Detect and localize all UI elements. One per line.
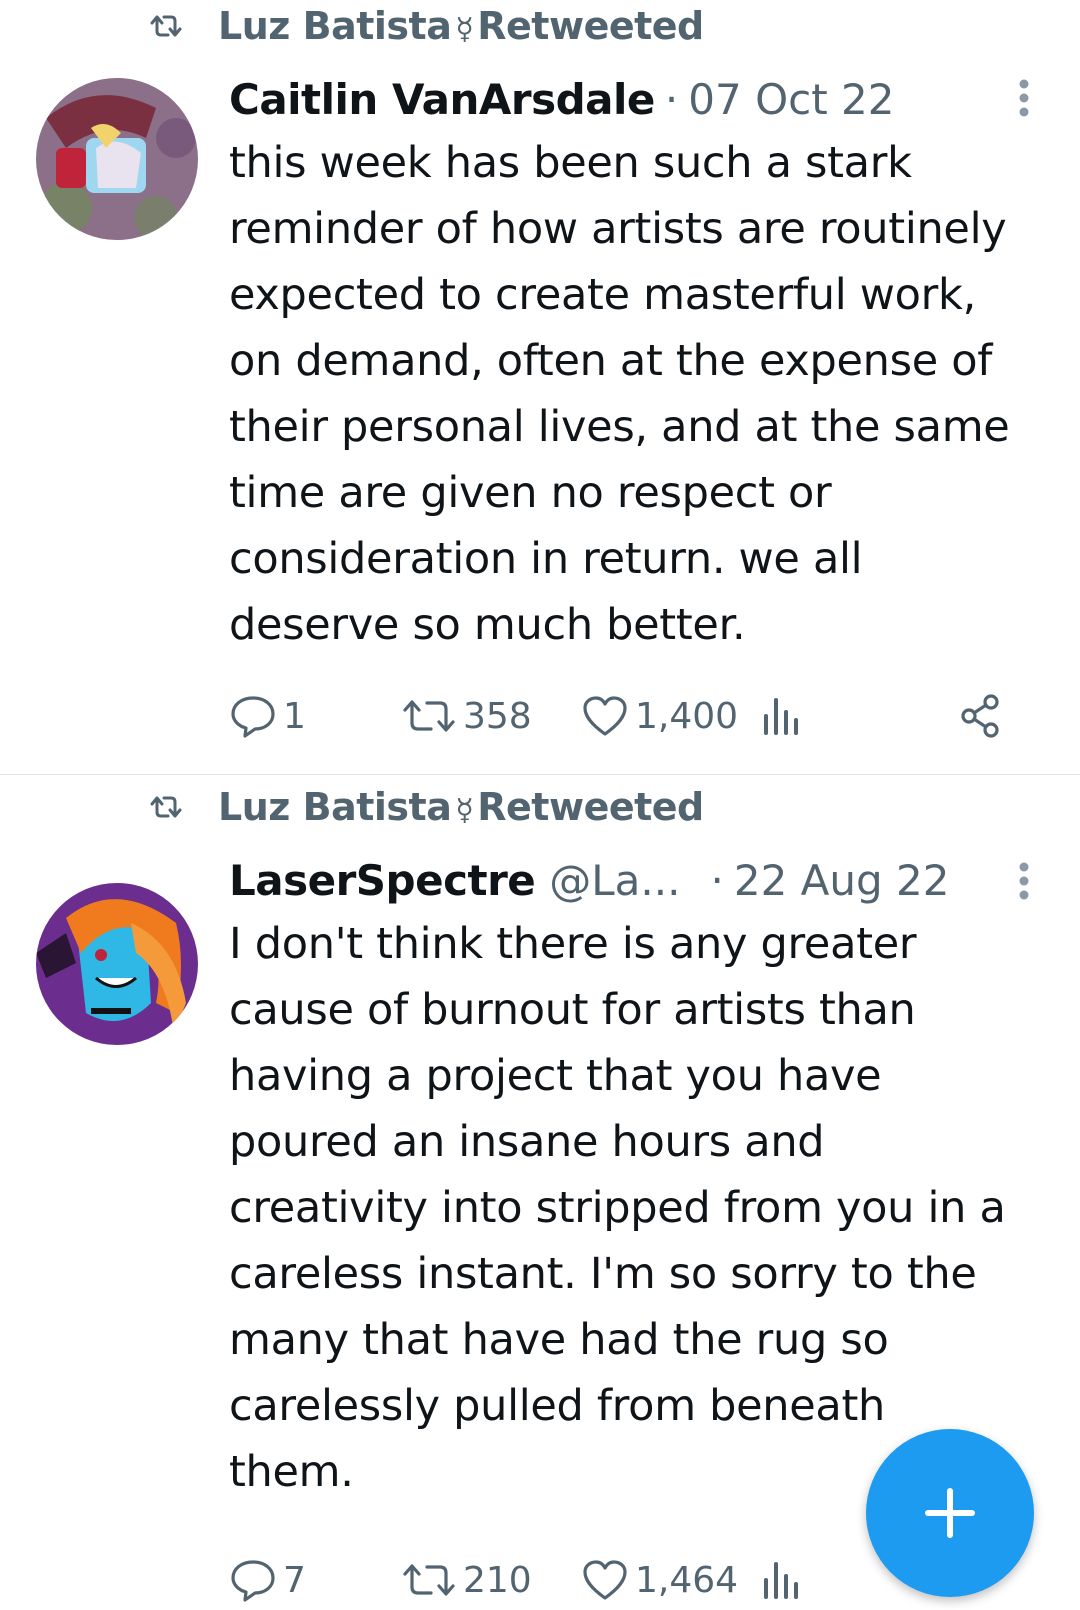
avatar[interactable] <box>36 78 198 240</box>
separator-dot: · <box>710 855 724 905</box>
tweet-header: LaserSpectre @La... · 22 Aug 22 <box>229 851 949 909</box>
retweet-label[interactable]: Luz Batista ☿ Retweeted <box>218 4 704 48</box>
retweet-context: Luz Batista ☿ Retweeted <box>148 2 704 50</box>
heart-icon <box>583 696 627 736</box>
retweet-icon <box>403 1564 455 1596</box>
tweet-text-line: time are given no respect or <box>229 468 832 518</box>
retweet-label[interactable]: Luz Batista ☿ Retweeted <box>218 785 704 829</box>
tweet-text-line: deserve so much better. <box>229 600 746 650</box>
tweet-text-line: having a project that you have <box>229 1051 882 1101</box>
tweet-text-line: this week has been such a stark <box>229 138 912 188</box>
reply-icon <box>231 696 275 738</box>
views-chart-icon <box>764 698 798 735</box>
share-button[interactable] <box>959 686 1005 746</box>
heart-icon <box>583 1560 627 1600</box>
retweet-icon <box>150 15 182 37</box>
retweeter-name: Luz Batista <box>218 785 452 829</box>
retweeted-word: Retweeted <box>477 4 704 48</box>
like-count: 1,464 <box>635 1559 739 1601</box>
gender-symbol: ☿ <box>455 12 474 47</box>
tweet-date[interactable]: 22 Aug 22 <box>734 856 950 905</box>
author-name[interactable]: Caitlin VanArsdale <box>229 75 655 124</box>
retweet-icon <box>403 700 455 732</box>
compose-tweet-button[interactable] <box>866 1429 1034 1597</box>
views-button[interactable] <box>761 1550 801 1610</box>
tweet-text-line: on demand, often at the expense of <box>229 336 993 386</box>
plus-icon <box>925 1488 975 1538</box>
tweet-text-line: cause of burnout for artists than <box>229 985 916 1035</box>
reply-button[interactable]: 1 <box>229 686 306 746</box>
share-icon <box>961 694 999 738</box>
tweet-text-line: I don't think there is any greater <box>229 919 917 969</box>
avatar-image <box>36 883 198 1045</box>
tweet-date[interactable]: 07 Oct 22 <box>688 75 894 124</box>
retweet-button[interactable]: 358 <box>401 686 532 746</box>
like-count: 1,400 <box>635 695 739 737</box>
retweeter-name: Luz Batista <box>218 4 452 48</box>
tweet-text-line: expected to create masterful work, <box>229 270 976 320</box>
tweet-text-line: their personal lives, and at the same <box>229 402 1010 452</box>
tweet-text-line: careless instant. I'm so sorry to the <box>229 1249 977 1299</box>
like-button[interactable]: 1,400 <box>581 686 738 746</box>
retweet-context: Luz Batista ☿ Retweeted <box>148 783 704 831</box>
views-chart-icon <box>764 1562 798 1599</box>
tweet-text-line: poured an insane hours and <box>229 1117 825 1167</box>
tweet-text: I don't think there is any greater cause… <box>229 911 1049 1505</box>
retweeted-word: Retweeted <box>477 785 704 829</box>
tweet-text-line: many that have had the rug so <box>229 1315 889 1365</box>
views-button[interactable] <box>761 686 801 746</box>
reply-count: 1 <box>283 695 306 737</box>
tweet-text-line: creativity into stripped from you in a <box>229 1183 1006 1233</box>
tweet-text-line: consideration in return. we all <box>229 534 863 584</box>
separator-dot: · <box>664 74 679 124</box>
retweet-count: 210 <box>463 1559 532 1601</box>
avatar[interactable] <box>36 883 198 1045</box>
tweet-actions: 1 358 1,400 <box>229 686 1019 746</box>
like-button[interactable]: 1,464 <box>581 1550 738 1610</box>
reply-button[interactable]: 7 <box>229 1550 306 1610</box>
author-name[interactable]: LaserSpectre <box>229 856 536 905</box>
tweet-card[interactable]: Luz Batista ☿ Retweeted Caitlin VanArsdale… <box>0 0 1080 774</box>
reply-count: 7 <box>283 1559 306 1601</box>
gender-symbol: ☿ <box>455 793 474 828</box>
tweet-text-line: reminder of how artists are routinely <box>229 204 1007 254</box>
retweet-icon <box>150 796 182 818</box>
author-handle[interactable]: @La... <box>549 856 680 905</box>
more-options-icon[interactable] <box>1018 861 1030 901</box>
tweet-text-line: carelessly pulled from beneath <box>229 1381 885 1431</box>
tweet-text: this week has been such a stark reminder… <box>229 130 1049 658</box>
reply-icon <box>231 1560 275 1602</box>
more-options-icon[interactable] <box>1018 78 1030 118</box>
tweet-header: Caitlin VanArsdale · 07 Oct 22 <box>229 70 895 128</box>
retweet-button[interactable]: 210 <box>401 1550 532 1610</box>
avatar-image <box>36 78 198 240</box>
retweet-count: 358 <box>463 695 532 737</box>
